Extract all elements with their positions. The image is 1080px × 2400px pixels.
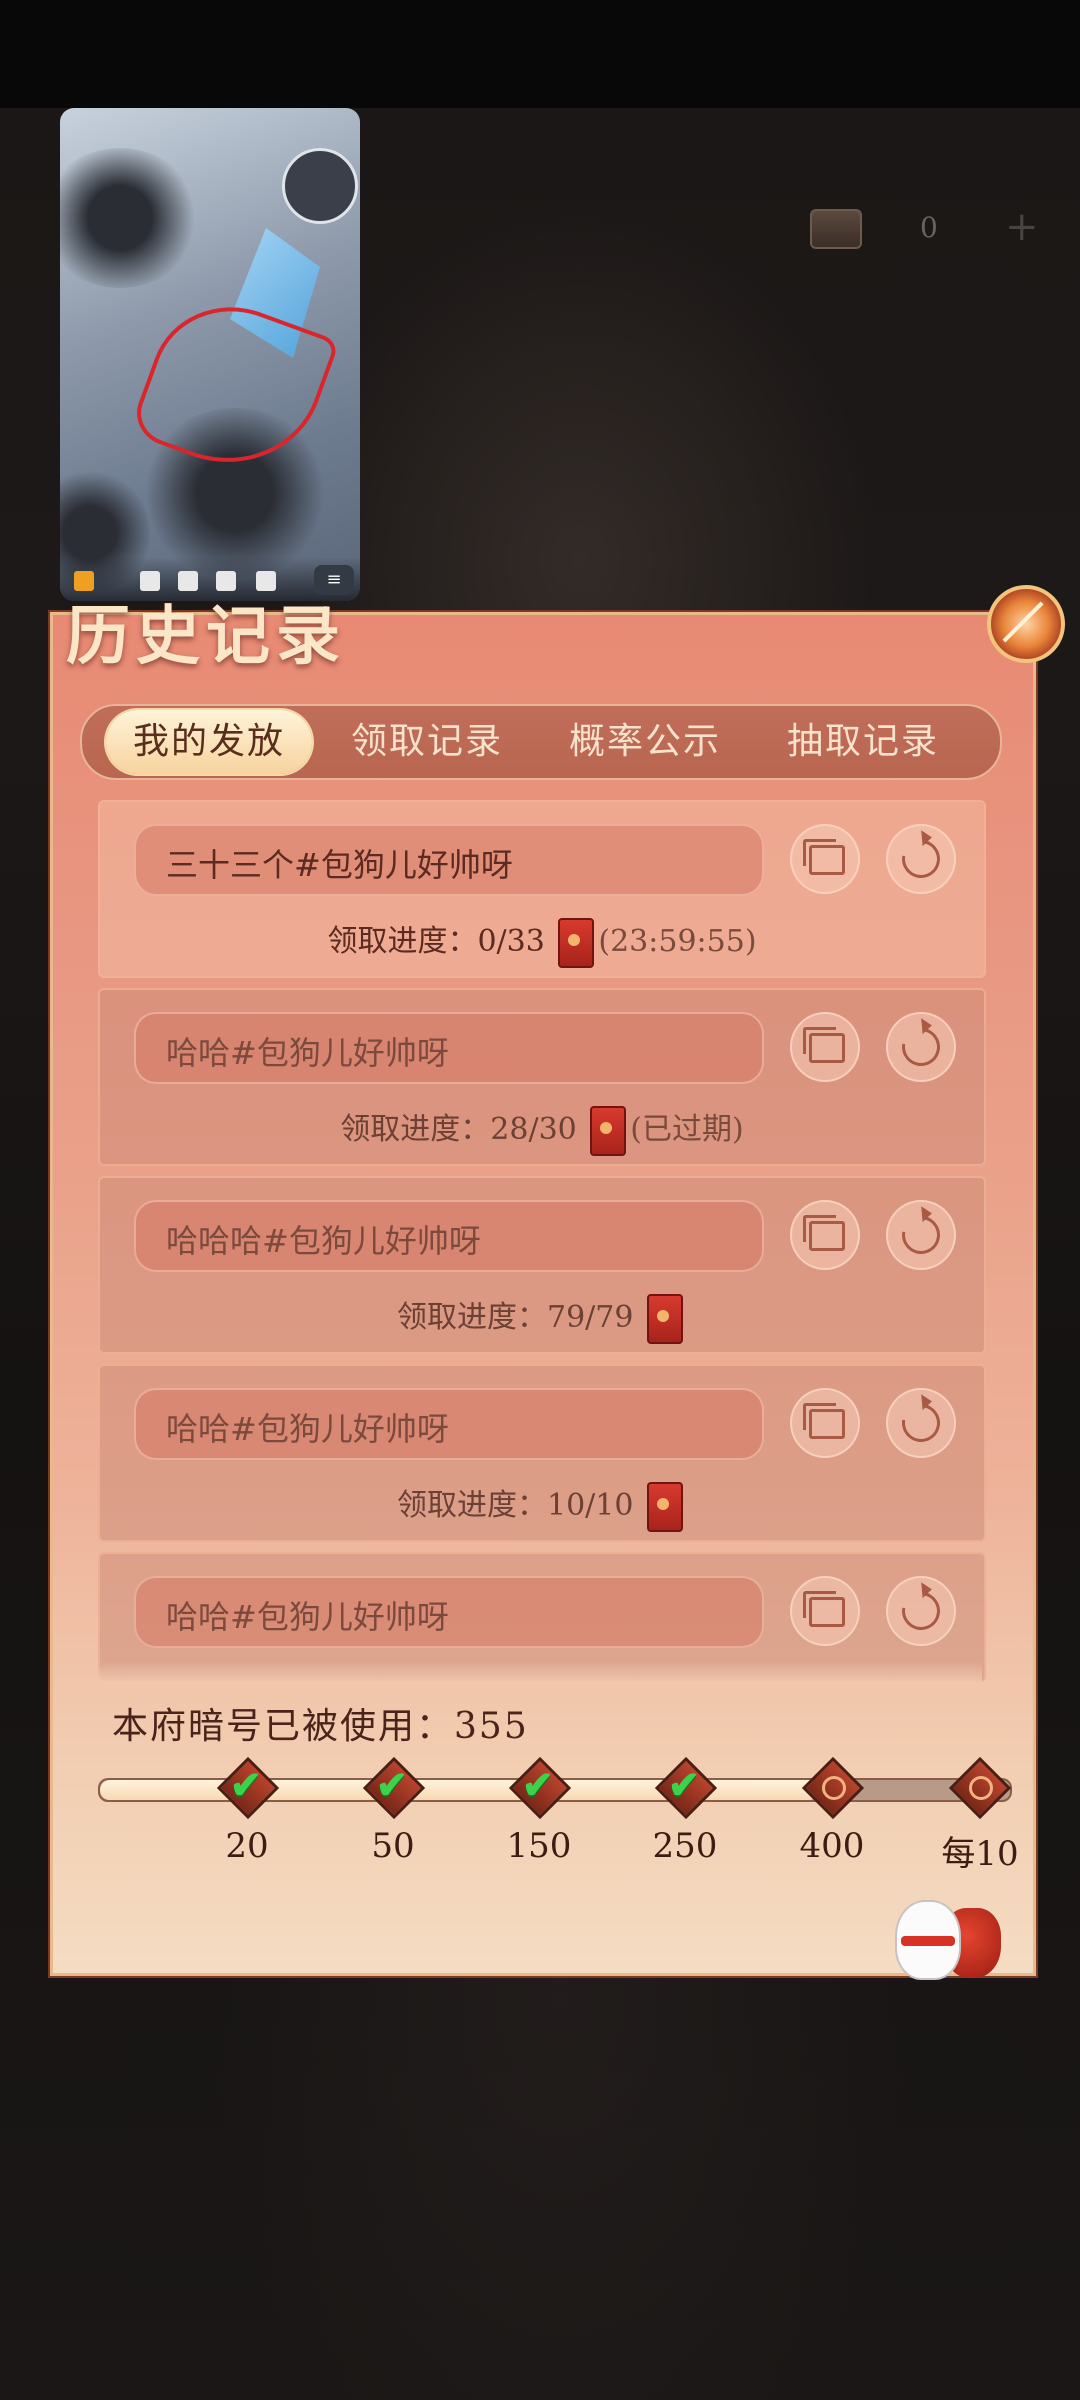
claim-progress: 领取进度：79/79 [100, 1292, 984, 1344]
tab-bar: 我的发放 领取记录 概率公示 抽取记录 [80, 704, 1002, 780]
progress-value: 10/10 [546, 1488, 634, 1523]
chest-icon [810, 209, 862, 249]
copy-icon [803, 1027, 845, 1063]
share-button[interactable] [886, 824, 956, 894]
tab-probability[interactable]: 概率公示 [540, 706, 750, 778]
record-message-text: 哈哈#包狗儿好帅呀 [166, 1410, 449, 1448]
tab-my-issued[interactable]: 我的发放 [106, 710, 312, 774]
copy-icon [803, 1215, 845, 1251]
record-card: 三十三个#包狗儿好帅呀 领取进度：0/33 (23:59:55) [98, 800, 986, 978]
milestone-every-10[interactable] [948, 1756, 1012, 1820]
record-card: 哈哈哈#包狗儿好帅呀 领取进度：79/79 [98, 1176, 986, 1354]
progress-value: 0/33 [477, 924, 545, 959]
claim-progress: 领取进度：10/10 [100, 1480, 984, 1532]
milestone-label: 250 [652, 1826, 718, 1866]
share-icon [894, 1396, 948, 1450]
currency-display: 0 + [800, 205, 1060, 255]
red-envelope-icon [647, 1294, 683, 1344]
record-message-text: 三十三个#包狗儿好帅呀 [166, 846, 513, 884]
picture-in-picture-game-view[interactable]: ≡ [60, 108, 360, 601]
checkmark-icon: ✔ [376, 1762, 408, 1807]
milestone-50[interactable]: ✔ [362, 1756, 426, 1820]
copy-icon [803, 839, 845, 875]
record-message: 哈哈哈#包狗儿好帅呀 [134, 1200, 764, 1272]
codes-used-counter: 本府暗号已被使用：355 [112, 1697, 529, 1749]
milestone-400[interactable] [801, 1756, 865, 1820]
progress-label: 领取进度： [396, 1488, 547, 1523]
milestone-label: 50 [371, 1826, 415, 1866]
close-medallion-icon[interactable] [987, 585, 1065, 663]
record-message: 哈哈#包狗儿好帅呀 [134, 1576, 764, 1648]
copy-icon [803, 1591, 845, 1627]
progress-label: 领取进度： [340, 1112, 491, 1147]
milestone-250[interactable]: ✔ [654, 1756, 718, 1820]
share-icon [894, 1584, 948, 1638]
record-card: 哈哈#包狗儿好帅呀 领取进度：10/10 [98, 1364, 986, 1542]
progress-value: 79/79 [546, 1300, 634, 1335]
milestone-150[interactable]: ✔ [508, 1756, 572, 1820]
claim-progress: 领取进度：28/30 (已过期) [100, 1104, 984, 1156]
mascot-with-sack [895, 1890, 1005, 1985]
milestone-label: 150 [506, 1826, 572, 1866]
progress-value: 28/30 [490, 1112, 577, 1147]
record-card: 哈哈#包狗儿好帅呀 领取进度：28/30 (已过期) [98, 988, 986, 1166]
milestone-label: 400 [799, 1826, 865, 1866]
claim-progress: 领取进度：0/33 (23:59:55) [100, 916, 984, 968]
progress-label: 领取进度： [396, 1300, 547, 1335]
red-envelope-icon [558, 918, 595, 968]
checkmark-icon: ✔ [668, 1762, 700, 1807]
record-message-text: 哈哈#包狗儿好帅呀 [166, 1034, 449, 1072]
record-message-text: 哈哈#包狗儿好帅呀 [166, 1598, 449, 1636]
tab-claim-records[interactable]: 领取记录 [322, 706, 532, 778]
share-icon [894, 1020, 948, 1074]
codes-used-label: 本府暗号已被使用： [112, 1706, 455, 1747]
panel-title: 历史记录 [66, 599, 346, 674]
copy-button[interactable] [790, 824, 860, 894]
tree-shape [60, 148, 200, 288]
share-button[interactable] [886, 1576, 956, 1646]
copy-button[interactable] [790, 1200, 860, 1270]
share-button[interactable] [886, 1200, 956, 1270]
record-message: 哈哈#包狗儿好帅呀 [134, 1388, 764, 1460]
progress-status: (已过期) [630, 1112, 744, 1147]
status-bar [0, 0, 1080, 108]
red-envelope-icon [647, 1482, 683, 1532]
add-currency-button[interactable]: + [1005, 207, 1039, 247]
share-button[interactable] [886, 1388, 956, 1458]
tab-draw-records[interactable]: 抽取记录 [758, 706, 968, 778]
reward-bag-icon [822, 1776, 846, 1800]
list-fade [98, 1662, 982, 1684]
milestone-label: 20 [225, 1826, 269, 1866]
coin-count: 0 [920, 211, 938, 244]
share-icon [894, 832, 948, 886]
checkmark-icon: ✔ [230, 1762, 262, 1807]
progress-label: 领取进度： [327, 924, 478, 959]
share-icon [894, 1208, 948, 1262]
checkmark-icon: ✔ [522, 1762, 554, 1807]
record-message-text: 哈哈哈#包狗儿好帅呀 [166, 1222, 481, 1260]
milestone-20[interactable]: ✔ [216, 1756, 280, 1820]
progress-status: (23:59:55) [598, 924, 757, 959]
milestone-label: 每10 [941, 1834, 1019, 1874]
minimap-icon[interactable] [282, 148, 358, 224]
codes-used-count: 355 [454, 1706, 529, 1747]
mascot-scarf [901, 1936, 955, 1946]
red-envelope-icon [590, 1106, 627, 1156]
record-message: 哈哈#包狗儿好帅呀 [134, 1012, 764, 1084]
copy-button[interactable] [790, 1576, 860, 1646]
record-message: 三十三个#包狗儿好帅呀 [134, 824, 764, 896]
share-button[interactable] [886, 1012, 956, 1082]
copy-icon [803, 1403, 845, 1439]
copy-button[interactable] [790, 1012, 860, 1082]
copy-button[interactable] [790, 1388, 860, 1458]
reward-bag-icon [969, 1776, 993, 1800]
